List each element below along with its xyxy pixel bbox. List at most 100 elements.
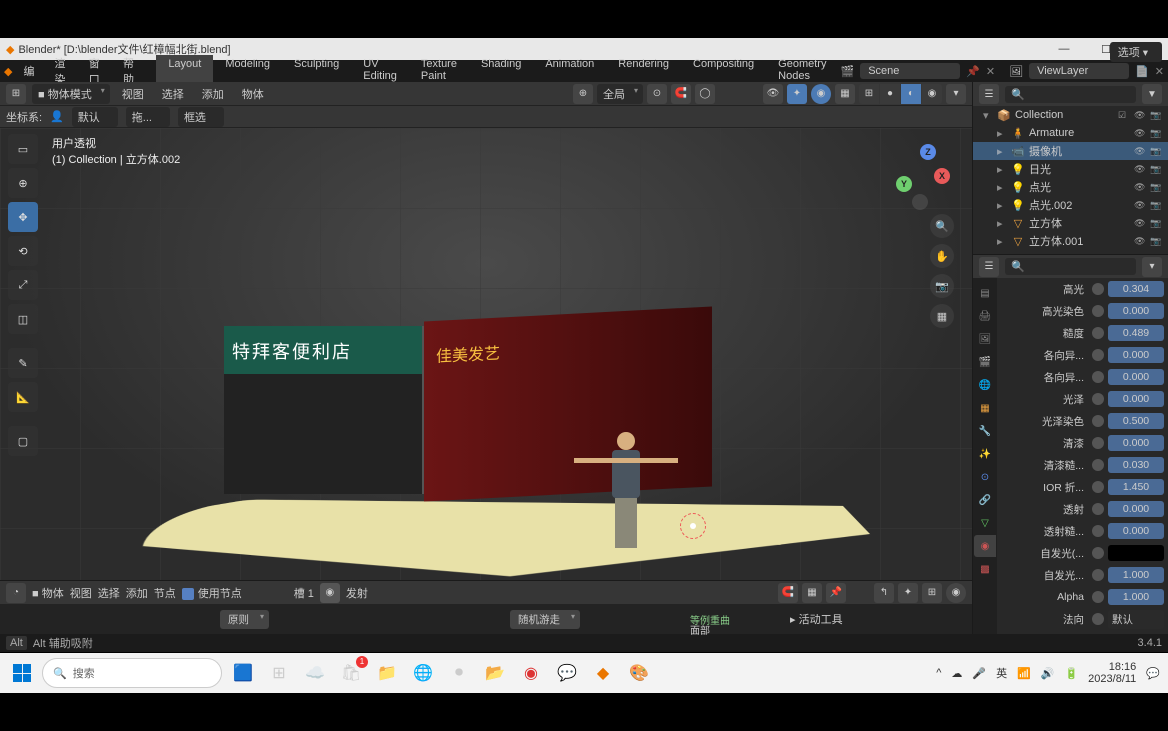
tree-toggle-icon[interactable]: 📷: [1150, 146, 1164, 157]
ptab-physics-icon[interactable]: ⊙: [974, 466, 996, 488]
mode-selector[interactable]: ■ 物体模式: [32, 84, 110, 104]
property-socket-icon[interactable]: [1092, 415, 1104, 427]
tray-ime[interactable]: 英: [996, 665, 1007, 681]
tree-caret-icon[interactable]: ▸: [997, 217, 1007, 230]
view-menu[interactable]: 视图: [116, 84, 150, 104]
minimize-button[interactable]: —: [1050, 43, 1078, 56]
outliner-filter-icon[interactable]: ▼: [1142, 84, 1162, 104]
taskbar-misc-icon[interactable]: 🎨: [624, 658, 654, 688]
outliner-search[interactable]: 🔍: [1005, 86, 1136, 103]
add-menu[interactable]: 添加: [196, 84, 230, 104]
props-search[interactable]: 🔍: [1005, 258, 1136, 275]
axis-neg-icon[interactable]: [912, 194, 928, 210]
pivot-icon[interactable]: ⊙: [647, 84, 667, 104]
ptab-viewlayer-icon[interactable]: 🖼: [974, 328, 996, 350]
property-dropdown[interactable]: 默认: [1108, 610, 1164, 629]
ptab-data-icon[interactable]: ▽: [974, 512, 996, 534]
property-socket-icon[interactable]: [1092, 525, 1104, 537]
scene-delete-icon[interactable]: ✕: [986, 65, 995, 78]
property-value[interactable]: 0.000: [1108, 435, 1164, 451]
tree-row[interactable]: ▸▽立方体👁📷: [973, 214, 1168, 232]
shading-render-icon[interactable]: ◉: [922, 84, 942, 104]
node-overlay-icon[interactable]: ▦: [802, 583, 822, 603]
property-value[interactable]: 1.000: [1108, 589, 1164, 605]
property-socket-icon[interactable]: [1092, 459, 1104, 471]
tree-toggle-icon[interactable]: 👁: [1134, 200, 1148, 211]
property-value[interactable]: 0.500: [1108, 413, 1164, 429]
tree-toggle-icon[interactable]: 👁: [1134, 218, 1148, 229]
node-parent-icon[interactable]: ↰: [874, 583, 894, 603]
axis-y-icon[interactable]: Y: [896, 176, 912, 192]
property-value[interactable]: 0.000: [1108, 369, 1164, 385]
orientation-selector[interactable]: 全局: [597, 84, 643, 104]
material-selector[interactable]: 发射: [346, 585, 368, 601]
shading-wire-icon[interactable]: ⊞: [859, 84, 879, 104]
tree-toggle-icon[interactable]: 👁: [1134, 128, 1148, 139]
tree-caret-icon[interactable]: ▾: [983, 109, 993, 122]
proportional-icon[interactable]: ◯: [695, 84, 715, 104]
tree-toggle-icon[interactable]: 👁: [1134, 182, 1148, 193]
tree-toggle-icon[interactable]: 📷: [1150, 182, 1164, 193]
tree-caret-icon[interactable]: ▸: [997, 181, 1007, 194]
property-socket-icon[interactable]: [1092, 591, 1104, 603]
tray-wifi-icon[interactable]: 📶: [1017, 667, 1031, 680]
node-view-menu[interactable]: 视图: [70, 585, 92, 601]
tray-onedrive-icon[interactable]: ☁: [951, 667, 962, 680]
tree-row[interactable]: ▸💡点光👁📷: [973, 178, 1168, 196]
property-value[interactable]: 0.000: [1108, 391, 1164, 407]
property-socket-icon[interactable]: [1092, 437, 1104, 449]
node-editor-body[interactable]: 原则 随机游走 等例重曲 面部 ▸ 活动工具: [0, 604, 972, 634]
tree-row[interactable]: ▸💡日光👁📷: [973, 160, 1168, 178]
snap-icon[interactable]: 🧲: [671, 84, 691, 104]
outliner-tree[interactable]: ▾📦Collection☑👁📷▸🧍Armature👁📷▸📹摄像机👁📷▸💡日光👁📷…: [973, 106, 1168, 254]
tray-notifications-icon[interactable]: 💬: [1146, 667, 1160, 680]
tree-toggle-icon[interactable]: 📷: [1150, 164, 1164, 175]
overlay-toggle-icon[interactable]: ◉: [811, 84, 831, 104]
tree-toggle-icon[interactable]: 👁: [1134, 164, 1148, 175]
tree-caret-icon[interactable]: ▸: [997, 199, 1007, 212]
slot-selector[interactable]: 槽 1: [294, 585, 314, 601]
property-value[interactable]: 0.000: [1108, 347, 1164, 363]
tool-rotate[interactable]: ⟲: [8, 236, 38, 266]
use-nodes-checkbox[interactable]: 使用节点: [182, 585, 242, 601]
taskbar-taskview-icon[interactable]: ⊞: [264, 658, 294, 688]
shading-solid-icon[interactable]: ●: [880, 84, 900, 104]
zoom-icon[interactable]: 🔍: [930, 214, 954, 238]
ptab-modifier-icon[interactable]: 🔧: [974, 420, 996, 442]
props-options-icon[interactable]: ▾: [1142, 257, 1162, 277]
tree-toggle-icon[interactable]: ☑: [1118, 110, 1132, 121]
tree-toggle-icon[interactable]: 👁: [1134, 146, 1148, 157]
node-gizmo-icon[interactable]: ✦: [898, 583, 918, 603]
tray-volume-icon[interactable]: 🔊: [1041, 667, 1055, 680]
tool-annotate[interactable]: ✎: [8, 348, 38, 378]
property-socket-icon[interactable]: [1092, 327, 1104, 339]
box-select-field[interactable]: 框选: [178, 107, 224, 127]
taskbar-store-icon[interactable]: 🛍1: [336, 658, 366, 688]
property-socket-icon[interactable]: [1092, 393, 1104, 405]
node-drop-1[interactable]: 原则: [220, 610, 269, 629]
pin-icon[interactable]: 📌: [966, 65, 980, 78]
viewlayer-delete-icon[interactable]: ✕: [1155, 65, 1164, 78]
property-socket-icon[interactable]: [1092, 283, 1104, 295]
property-socket-icon[interactable]: [1092, 349, 1104, 361]
taskbar-search[interactable]: 🔍 搜索: [42, 658, 222, 688]
property-value[interactable]: 1.000: [1108, 567, 1164, 583]
camera-view-icon[interactable]: 📷: [930, 274, 954, 298]
tree-toggle-icon[interactable]: 📷: [1150, 110, 1164, 121]
tree-toggle-icon[interactable]: 📷: [1150, 200, 1164, 211]
property-socket-icon[interactable]: [1092, 305, 1104, 317]
taskbar-record-icon[interactable]: ⏺: [444, 658, 474, 688]
taskbar-wechat-icon[interactable]: 💬: [552, 658, 582, 688]
viewlayer-new-icon[interactable]: 📄: [1135, 65, 1149, 78]
node-object-selector[interactable]: ■ 物体: [32, 585, 64, 601]
property-value[interactable]: 0.000: [1108, 303, 1164, 319]
tool-select-box[interactable]: ▭: [8, 134, 38, 164]
tray-battery-icon[interactable]: 🔋: [1064, 667, 1078, 680]
axis-z-icon[interactable]: Z: [920, 144, 936, 160]
tree-caret-icon[interactable]: ▸: [997, 163, 1007, 176]
tool-measure[interactable]: 📐: [8, 382, 38, 412]
ptab-particles-icon[interactable]: ✨: [974, 443, 996, 465]
ptab-material-icon[interactable]: ◉: [974, 535, 996, 557]
property-value[interactable]: 0.000: [1108, 523, 1164, 539]
tray-chevron-icon[interactable]: ^: [936, 667, 941, 679]
